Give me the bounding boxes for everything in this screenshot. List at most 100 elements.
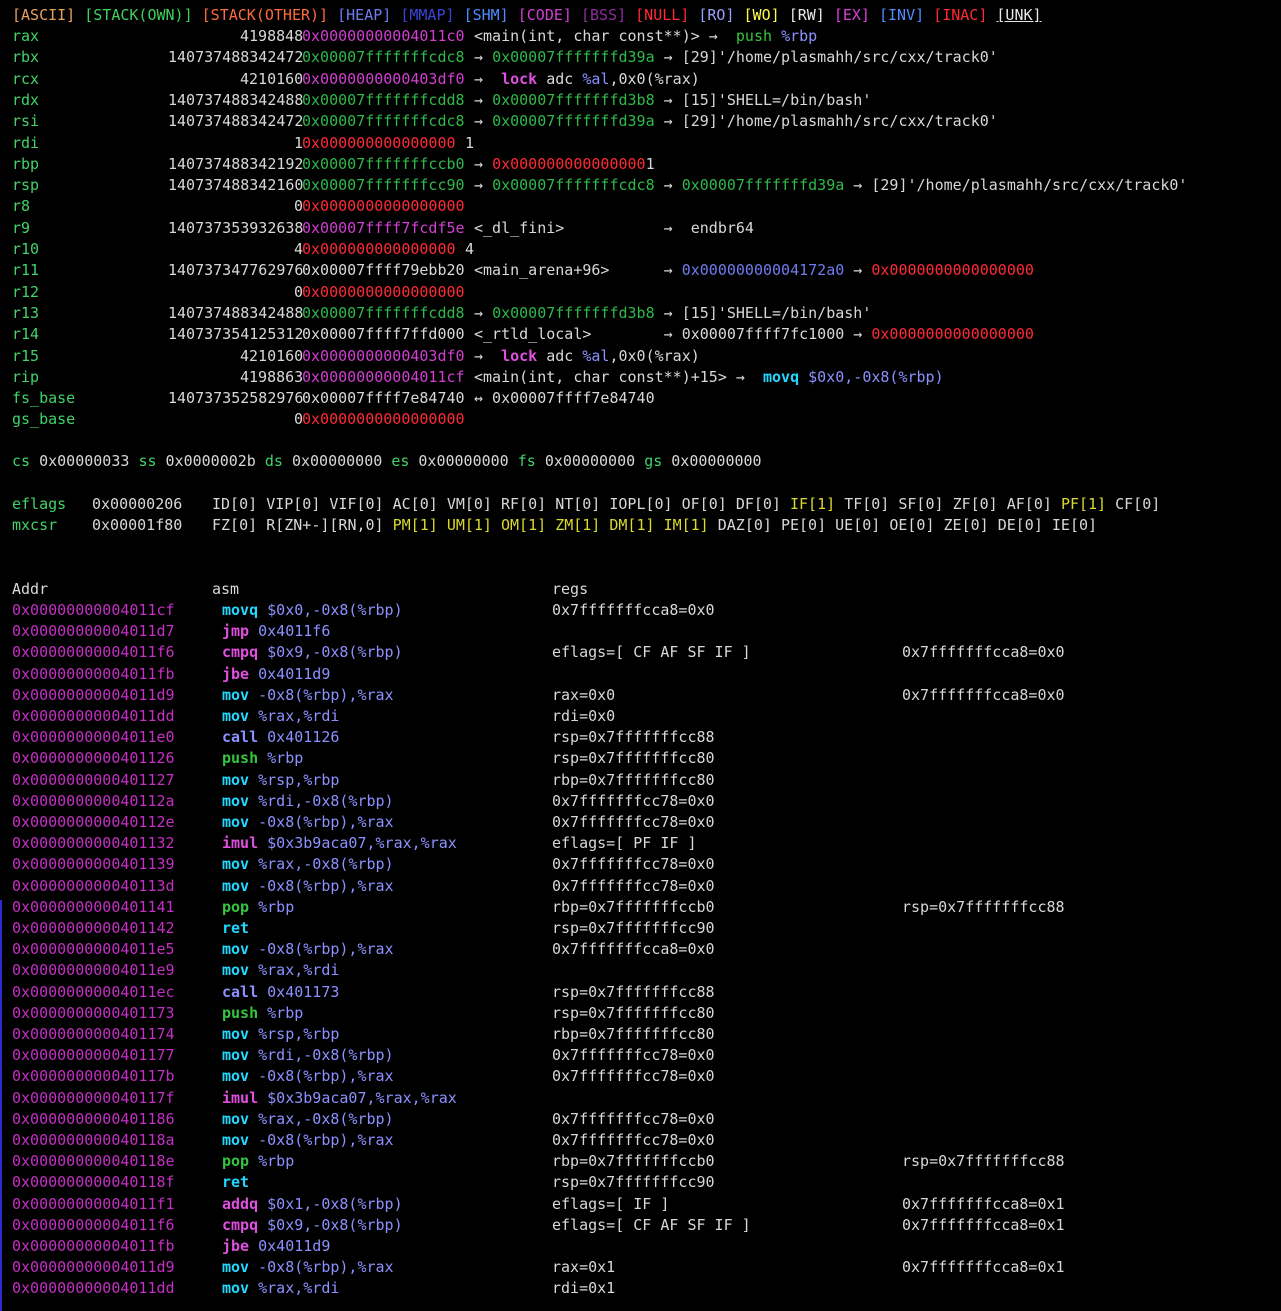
register-hex: 0x00007fffffffccb0 [302, 154, 465, 173]
register-hex: 0x00007fffffffcc90 [302, 176, 465, 195]
flag: VIF[0] [329, 495, 384, 513]
deref-part: lock [501, 346, 547, 365]
trace-reg-change: rsp=0x7fffffffcc88 [552, 982, 715, 1001]
operands: $0x9,-0x8(%rbp) [267, 643, 403, 662]
deref-part: <_rtld_local> → 0x00007ffff7fc1000 → [474, 325, 872, 344]
trace-reg-change: rax=0x0 [552, 685, 616, 704]
trace-reg-change: 0x7fffffffcca8=0x0 [552, 940, 715, 959]
operands: %rax,%rdi [258, 961, 340, 980]
mnemonic: mov [222, 1279, 250, 1298]
operands: %rax,-0x8(%rbp) [258, 1109, 394, 1128]
trace-asm: jbe 0x4011d9 [222, 1236, 330, 1257]
register-hex: 0x00007fffffffcdc8 [302, 48, 465, 67]
trace-addr: 0x000000000040117f [12, 1088, 175, 1107]
deref-part: ↔ 0x00007ffff7e84740 [474, 389, 655, 408]
register-decimal: 4210160 [240, 69, 304, 88]
flag: PE[0] [780, 516, 827, 534]
register-decimal: 140737488342488 [168, 303, 304, 322]
register-name: r13 [12, 303, 40, 322]
trace-addr: 0x0000000000401126 [12, 749, 175, 768]
mnemonic: call [222, 982, 259, 1001]
trace-mem-change: 0x7fffffffcca8=0x1 [902, 1215, 1065, 1234]
trace-asm: mov %rax,%rdi [222, 706, 339, 727]
trace-asm: cmpq $0x9,-0x8(%rbp) [222, 642, 403, 663]
mnemonic: mov [222, 961, 250, 980]
trace-addr: 0x00000000004011cf [12, 601, 175, 619]
operands: %rax,%rdi [258, 707, 340, 725]
trace-asm: ret [222, 918, 249, 939]
legend-item: [STACK(OWN)] [84, 6, 193, 24]
register-deref: 1 [465, 133, 474, 154]
trace-addr: 0x00000000004011f6 [12, 1215, 175, 1234]
trace-addr: 0x0000000000401173 [12, 1003, 175, 1022]
trace-addr: 0x000000000040112e [12, 813, 175, 831]
segment-value: 0x00000000 [544, 452, 636, 470]
flag: DAZ[0] [717, 516, 772, 534]
flag: ZF[0] [952, 495, 998, 513]
trace-addr: 0x00000000004011d9 [12, 1258, 175, 1277]
operands: %rax,-0x8(%rbp) [258, 855, 394, 874]
trace-addr: 0x00000000004011e5 [12, 940, 175, 959]
trace-asm: mov %rsp,%rbp [222, 770, 339, 791]
legend-item: [UNK] [996, 6, 1042, 24]
deref-part: → [474, 176, 493, 195]
mnemonic: imul [222, 1088, 259, 1107]
trace-asm: imul $0x3b9aca07,%rax,%rax [222, 1088, 457, 1109]
trace-asm: call 0x401173 [222, 982, 339, 1003]
trace-reg-change: rsp=0x7fffffffcc90 [552, 919, 715, 937]
trace-reg-change: rbp=0x7fffffffcc80 [552, 1025, 715, 1043]
trace-reg-change: eflags=[ PF IF ] [552, 834, 697, 853]
deref-part: 0x00007fffffffcdc8 [492, 176, 655, 195]
register-hex: 0x0000000000000000 [302, 197, 465, 216]
trace-reg-change: eflags=[ IF ] [552, 1194, 670, 1213]
register-decimal: 140737488342160 [168, 176, 304, 195]
flag: SF[0] [898, 495, 944, 513]
legend-item: [MMAP] [400, 6, 455, 24]
trace-asm: ret [222, 1172, 249, 1193]
register-name: rbx [12, 48, 40, 67]
segment-name: ds [264, 452, 283, 470]
deref-part: %rbp [781, 27, 818, 45]
operands: $0x3b9aca07,%rax,%rax [267, 834, 457, 853]
trace-mem-change: rsp=0x7fffffffcc88 [902, 1152, 1065, 1171]
legend-item: [HEAP] [337, 6, 392, 24]
register-hex: 0x00000000004011c0 [302, 27, 465, 45]
deref-part: <main(int, char const**)> → [474, 27, 727, 45]
register-deref: <_rtld_local> → 0x00007ffff7fc1000 → 0x0… [474, 324, 1034, 345]
trace-addr: 0x0000000000401142 [12, 919, 175, 937]
trace-asm: mov %rax,%rdi [222, 960, 339, 981]
trace-reg-change: 0x7fffffffcc78=0x0 [552, 855, 715, 874]
segment-name: es [391, 452, 410, 470]
register-name: gs_base [12, 410, 76, 429]
trace-reg-change: rax=0x1 [552, 1258, 616, 1277]
deref-part: → [474, 303, 493, 322]
mnemonic: mov [222, 685, 250, 704]
register-decimal: 4198863 [240, 367, 304, 386]
trace-addr: 0x000000000040118a [12, 1131, 175, 1149]
deref-part: push [726, 27, 782, 45]
legend-item: [EX] [833, 6, 870, 24]
mnemonic: jmp [222, 622, 250, 641]
mnemonic: ret [222, 919, 250, 937]
deref-part: → [474, 90, 493, 109]
register-deref: → 0x00007fffffffd39a → [29]'/home/plasma… [474, 111, 998, 132]
deref-part: → [474, 154, 493, 173]
trace-asm: mov -0x8(%rbp),%rax [222, 1257, 394, 1278]
flag: R[ZN+-][RN,0] [266, 516, 384, 534]
flag: VM[0] [446, 495, 492, 513]
trace-asm: pop %rbp [222, 897, 294, 918]
register-decimal: 140737354125312 [168, 325, 304, 344]
operands: $0x9,-0x8(%rbp) [267, 1215, 403, 1234]
operands: $0x3b9aca07,%rax,%rax [267, 1088, 457, 1107]
flag: IOPL[0] [609, 495, 673, 513]
operands: 0x401173 [267, 982, 340, 1001]
trace-addr: 0x00000000004011dd [12, 1279, 175, 1298]
register-decimal: 140737488342488 [168, 90, 304, 109]
trace-reg-change: 0x7fffffffcc78=0x0 [552, 876, 715, 895]
deref-part: <_dl_fini> → endbr64 [474, 218, 754, 237]
operands: %rdi,-0x8(%rbp) [258, 791, 394, 810]
mnemonic: mov [222, 876, 250, 895]
deref-part: adc [546, 346, 583, 365]
trace-asm: pop %rbp [222, 1151, 294, 1172]
mxcsr-flags: FZ[0] R[ZN+-][RN,0] PM[1] UM[1] OM[1] ZM… [212, 515, 1097, 536]
